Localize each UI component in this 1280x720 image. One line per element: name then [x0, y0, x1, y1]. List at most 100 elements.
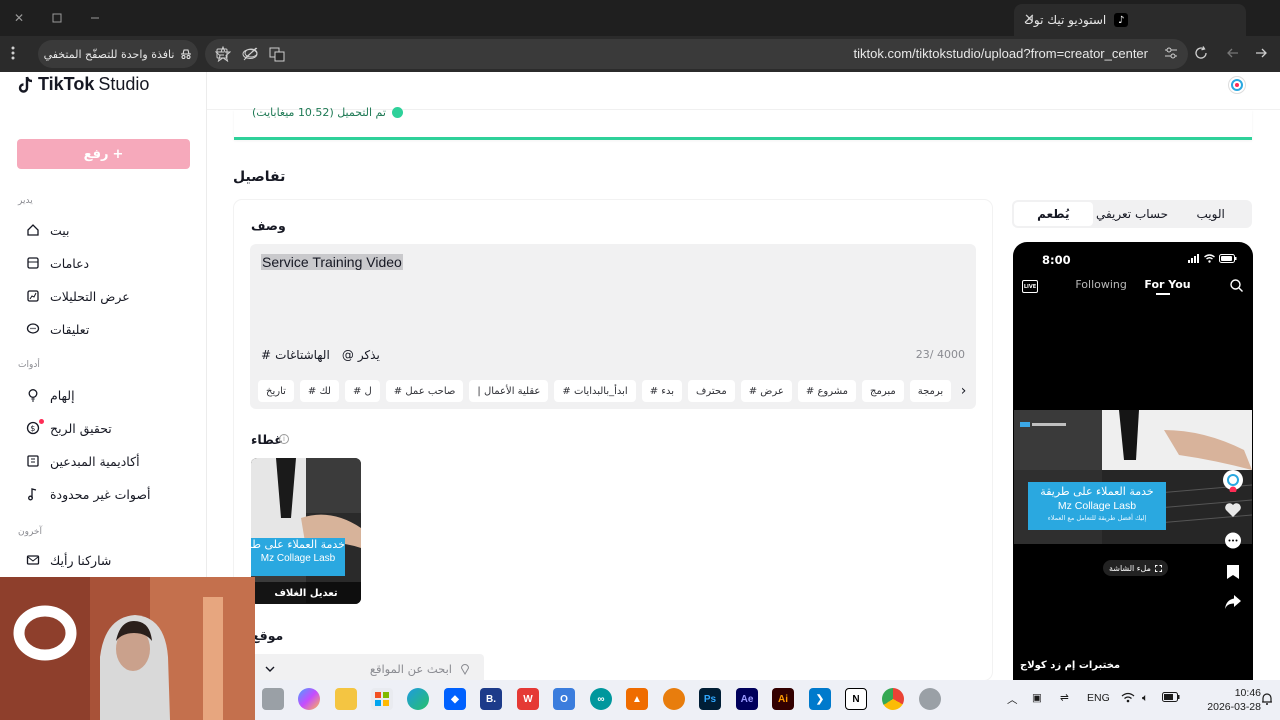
tab-for-you[interactable]: For You [1144, 278, 1190, 291]
avatar-icon[interactable] [1221, 470, 1245, 504]
tray-app-icon[interactable]: ▣ [1032, 692, 1042, 704]
sidebar-item-inspiration[interactable]: إلهام [26, 385, 75, 405]
bookmark-icon[interactable] [1226, 564, 1240, 580]
photoshop-icon[interactable]: Ps [699, 688, 721, 710]
wps-icon[interactable]: W [517, 688, 539, 710]
location-search[interactable]: ابحث عن المواقع [251, 654, 484, 680]
chevron-right-icon[interactable]: › [957, 380, 970, 402]
maximize-window-icon[interactable] [49, 10, 65, 26]
sidebar-item-feedback[interactable]: شاركنا رأيك [26, 550, 111, 570]
upload-button[interactable]: رفع + [17, 139, 190, 169]
tracking-icon[interactable] [242, 46, 258, 62]
url-text[interactable]: tiktok.com/tiktokstudio/upload?from=crea… [854, 46, 1148, 61]
close-tab-icon[interactable]: ✕ [1024, 12, 1035, 27]
edit-cover-button[interactable]: تعديل الغلاف [251, 582, 361, 604]
description-text[interactable]: Service Training Video [261, 254, 403, 270]
sidebar-item-sounds[interactable]: أصوات غير محدودة [26, 484, 150, 504]
upload-status-text: تم التحميل (10.52 ميغابايت) [252, 106, 386, 119]
sidebar-item-home[interactable]: بيت [26, 220, 70, 240]
wifi-tray-icon[interactable] [1121, 692, 1135, 703]
incognito-indicator[interactable]: نافذة واحدة للتصفّح المتخفي [38, 40, 198, 68]
sidebar-item-analytics[interactable]: عرض التحليلات [26, 286, 130, 306]
search-icon[interactable] [1230, 279, 1243, 292]
blender-icon[interactable] [663, 688, 685, 710]
system-clock[interactable]: 10:46 2026-03-28 [1207, 686, 1261, 714]
dropbox-icon[interactable]: ◆ [444, 688, 466, 710]
hashtags-button[interactable]: # الهاشتاغات [261, 348, 330, 362]
hashtag-chip[interactable]: محترف [688, 380, 735, 402]
edge-icon[interactable] [407, 688, 429, 710]
lightbulb-icon [26, 388, 40, 402]
minimize-window-icon[interactable] [87, 10, 103, 26]
hashtag-chip[interactable]: تاريخ [258, 380, 294, 402]
vscode-icon[interactable]: ❯ [809, 688, 831, 710]
after-effects-icon[interactable]: Ae [736, 688, 758, 710]
site-settings-icon[interactable] [1164, 47, 1178, 59]
outlook-icon[interactable]: O [553, 688, 575, 710]
matlab-icon[interactable]: ▲ [626, 688, 648, 710]
hashtag-chip[interactable]: | عقلية الأعمال [469, 380, 549, 402]
b-app-icon[interactable]: B. [480, 688, 502, 710]
share-icon[interactable] [1224, 594, 1242, 610]
info-icon[interactable]: i [279, 434, 289, 444]
hashtag-suggestions: تاريخ # لك # ل # صاحب عمل | عقلية الأعما… [258, 378, 970, 404]
upload-label: رفع [83, 146, 109, 162]
signal-icon [1188, 254, 1200, 263]
language-indicator[interactable]: ENG [1087, 692, 1110, 704]
avatar[interactable] [1228, 76, 1246, 94]
sidebar-item-academy[interactable]: أكاديمية المبدعين [26, 451, 140, 471]
sidebar-item-monetization[interactable]: $ تحقيق الربح [26, 418, 112, 438]
phone-username: مختبرات إم زد كولاج [1020, 660, 1121, 671]
chrome-incognito-icon[interactable] [919, 688, 941, 710]
tiktok-studio-logo[interactable]: TikTok Studio [18, 74, 149, 95]
arduino-icon[interactable]: ∞ [590, 688, 612, 710]
forward-icon[interactable] [1226, 46, 1240, 60]
reload-icon[interactable] [1194, 46, 1208, 60]
microsoft-store-icon[interactable] [371, 688, 393, 710]
hashtag-chip[interactable]: # بدء [641, 380, 683, 402]
preview-tabs: الويب حساب تعريفي يُطعم [1012, 200, 1252, 228]
back-icon[interactable] [1254, 46, 1268, 60]
notion-icon[interactable]: N [845, 688, 867, 710]
sidebar-item-posts[interactable]: دعامات [26, 253, 89, 273]
menu-dots-icon[interactable] [11, 46, 15, 60]
cover-thumbnail[interactable]: خدمة العملاء على طريقة Mz Collage Lasb ت… [251, 458, 361, 604]
hashtag-chip[interactable]: # عرض [740, 380, 792, 402]
hashtag-chip[interactable]: # صاحب عمل [385, 380, 464, 402]
translate-icon[interactable] [269, 46, 285, 62]
hashtag-chip[interactable]: مبرمج [862, 380, 904, 402]
volume-icon[interactable]: 🔈︎ [1142, 692, 1148, 705]
check-circle-icon [391, 107, 403, 118]
mention-button[interactable]: @ يذكر [342, 348, 380, 362]
sidebar-item-comments[interactable]: تعليقات [26, 319, 89, 339]
notification-bell-icon[interactable] [1261, 692, 1273, 705]
hashtag-chip[interactable]: برمجة [909, 380, 952, 402]
hashtag-chip[interactable]: # لك [299, 380, 339, 402]
task-view-icon[interactable] [262, 688, 284, 710]
fullscreen-label: ملء الشاشة [1109, 563, 1151, 573]
hashtag-chip[interactable]: # ل [344, 380, 380, 402]
file-explorer-icon[interactable] [335, 688, 357, 710]
illustrator-icon[interactable]: Ai [772, 688, 794, 710]
windows-taskbar: ◆ B. W O ∞ ▲ Ps Ae Ai ❯ N ︿ ▣ ⇌ ENG 🔈︎ 1… [255, 680, 1280, 720]
tab-feed[interactable]: يُطعم [1013, 202, 1093, 226]
hashtag-chip[interactable]: # ابدأ_بالبدايات [554, 380, 636, 402]
star-icon[interactable] [215, 46, 231, 62]
chevron-up-icon[interactable]: ︿ [1007, 692, 1018, 707]
tab-profile[interactable]: حساب تعريفي [1093, 202, 1172, 226]
browser-tab[interactable]: ♪ استوديو تيك توك ✕ [1014, 4, 1246, 36]
tab-following[interactable]: Following [1075, 278, 1127, 291]
chrome-icon[interactable] [882, 688, 904, 710]
hashtag-chip[interactable]: # مشروع [797, 380, 857, 402]
close-window-icon[interactable]: ✕ [11, 10, 27, 26]
tab-web[interactable]: الويب [1171, 202, 1250, 226]
network-icon[interactable]: ⇌ [1060, 692, 1069, 704]
copilot-icon[interactable] [298, 688, 320, 710]
address-bar[interactable]: tiktok.com/tiktokstudio/upload?from=crea… [205, 39, 1188, 69]
location-placeholder: ابحث عن المواقع [369, 662, 452, 676]
upload-status: تم التحميل (10.52 ميغابايت) [252, 106, 403, 119]
battery-tray-icon[interactable] [1162, 692, 1180, 702]
comment-icon[interactable] [1224, 532, 1242, 550]
fullscreen-button[interactable]: ملء الشاشة [1103, 560, 1168, 576]
description-editor[interactable]: Service Training Video # الهاشتاغات @ يذكر… [250, 244, 976, 409]
